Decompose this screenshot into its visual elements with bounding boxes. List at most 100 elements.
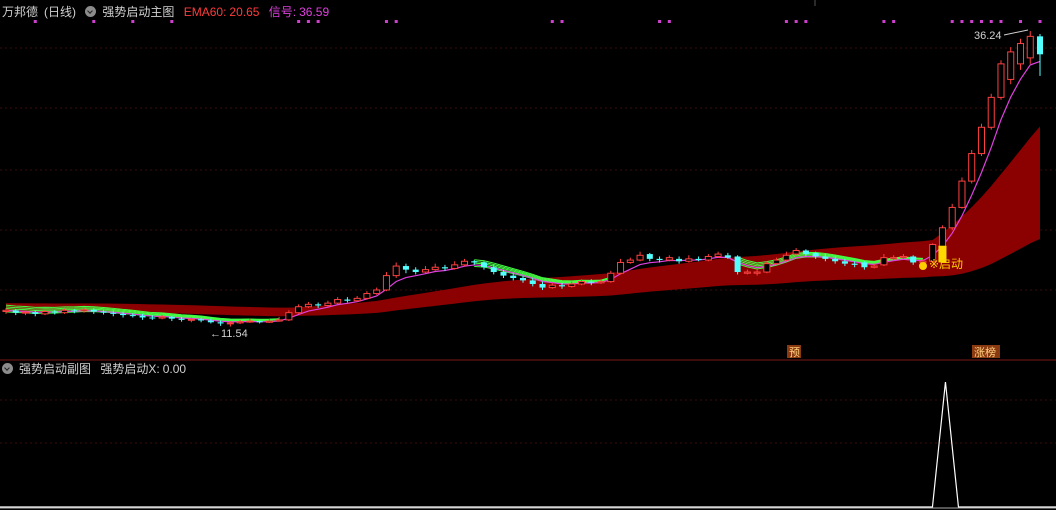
candle-body-up (460, 260, 468, 266)
candle-body-up (597, 281, 605, 284)
signal-dot (560, 20, 564, 23)
candle-body-up (1007, 51, 1015, 80)
candle-body-up (1026, 35, 1034, 59)
candle-body-down (149, 317, 156, 319)
candle-body-up (870, 265, 878, 268)
signal-dot (667, 20, 671, 23)
candle-body-up (958, 180, 966, 208)
candle-body-down (32, 312, 39, 314)
candle-body-down (695, 258, 702, 261)
candle-body-up (246, 320, 254, 323)
candle-body-down (646, 254, 653, 259)
candle-body-down (217, 322, 224, 324)
candle-body-down (851, 263, 858, 265)
candle-body-up (421, 269, 429, 273)
candle-body-down (519, 278, 527, 281)
candle-body-down (90, 309, 97, 312)
candle-body-down (539, 283, 546, 288)
candle-body-down (441, 267, 448, 269)
candle-body-up (792, 249, 800, 255)
candle-body-up (890, 257, 898, 260)
signal-dot (950, 20, 954, 23)
candle-body-up (1016, 43, 1025, 65)
candle-body-down (168, 316, 175, 319)
stock-name: 万邦德 (2, 5, 39, 19)
candle-body-down (412, 269, 419, 273)
candle-body-up (743, 271, 751, 274)
candle-body-down (500, 272, 507, 276)
candle-body-down (51, 311, 58, 313)
candle-body-down (12, 310, 19, 313)
signal-dot (394, 20, 398, 23)
period-label: (日线) (44, 5, 77, 19)
signal-dot (550, 20, 554, 23)
signal-dot (892, 20, 896, 23)
candle-body-up (636, 254, 644, 261)
candle-body-down (315, 304, 322, 306)
candle-body-down (734, 256, 741, 273)
candle-body-up (285, 312, 293, 321)
main-chart: ←11.54 36.24 ※启动 预 涨榜 (0, 0, 1056, 509)
candle-body-down (861, 262, 868, 268)
candle-body-up (938, 227, 946, 248)
candle-body-down (256, 321, 263, 323)
candle-body-down (841, 261, 848, 264)
candle-body-up (265, 320, 273, 323)
signal-dot (384, 20, 388, 23)
candle-body-down (832, 258, 839, 262)
x-label: 强势启动X: (100, 362, 160, 376)
candle-body-up (704, 255, 712, 261)
signal-dot (1018, 20, 1022, 23)
candle-body-down (402, 266, 409, 270)
candle-body-up (236, 321, 244, 324)
candle-body-down (676, 258, 683, 262)
candle-body-down (724, 255, 731, 258)
candle-body-up (987, 96, 995, 128)
sub-indicator-name[interactable]: 强势启动副图 (19, 362, 91, 376)
candle-body-up (61, 309, 69, 314)
candle-body-up (626, 259, 634, 263)
candle-body-down (344, 299, 351, 301)
candle-body-up (226, 322, 234, 325)
candle-body-up (382, 275, 390, 291)
candle-body-down (802, 250, 809, 255)
signal-dot (882, 20, 886, 23)
candle-body-down (812, 252, 819, 257)
candle-body-up (617, 261, 625, 274)
x-value: 0.00 (162, 362, 187, 376)
candle-body-up (324, 302, 332, 307)
candle-body-up (753, 271, 761, 274)
candle-body-up (880, 257, 888, 266)
tag-zhangbang: 涨榜 (974, 345, 996, 359)
candle-body-down (207, 320, 214, 323)
candle-body-down (198, 319, 205, 321)
candle-body-up (451, 264, 459, 269)
ema60-band (6, 126, 1040, 317)
candle-body-down (588, 281, 595, 283)
candle-body-up (363, 293, 371, 299)
signal-dot (960, 20, 964, 23)
candlesticks (2, 31, 1044, 327)
candle-body-up (968, 153, 976, 182)
signal-dot (804, 20, 808, 23)
candle-body-up (578, 281, 586, 285)
candle-body-down (490, 267, 497, 273)
candle-body-down (178, 318, 185, 320)
signal-dot (999, 20, 1003, 23)
candle-body-down (71, 310, 78, 312)
candle-body-up (977, 126, 985, 155)
candle-body-up (41, 311, 49, 315)
high-label: 36.24 (974, 30, 1002, 42)
indicator-dropdown-icon[interactable] (85, 6, 97, 17)
candle-body-up (80, 309, 88, 312)
main-header: 万邦德 (日线) 强势启动主图 EMA60: 20.65 信号: 36.59 (2, 2, 335, 22)
sub-indicator-dropdown-icon[interactable] (2, 363, 13, 374)
candle-body-up (948, 206, 956, 229)
candle-body-down (822, 256, 829, 259)
candle-body-up (295, 306, 303, 314)
candle-body-up (568, 283, 576, 287)
main-indicator-name[interactable]: 强势启动主图 (102, 5, 174, 19)
candle-body-up (431, 266, 439, 271)
candle-body-up (275, 319, 283, 322)
candle-body-down (1036, 36, 1044, 55)
